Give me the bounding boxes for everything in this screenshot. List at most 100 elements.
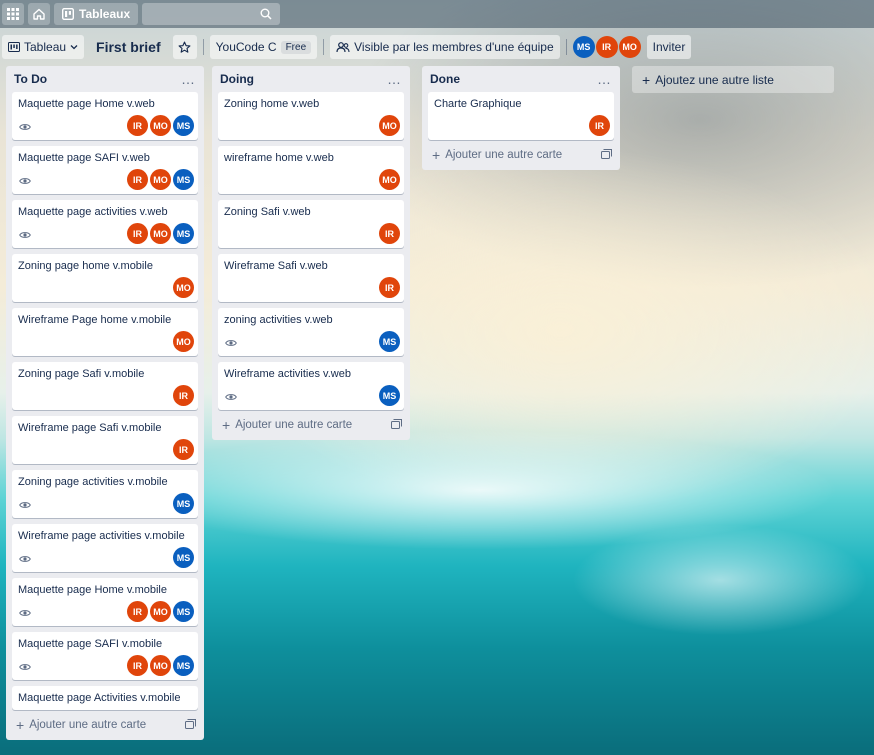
avatar[interactable]: MO	[173, 331, 194, 352]
view-switcher-button[interactable]: Tableau	[2, 35, 85, 59]
watch-eye-icon	[19, 232, 31, 238]
card[interactable]: Zoning page activities v.mobile MS	[12, 470, 198, 518]
card-members: IR MO MS	[127, 115, 194, 136]
avatar[interactable]: IR	[127, 223, 148, 244]
add-list-label: Ajoutez une autre liste	[655, 72, 774, 87]
avatar[interactable]: MO	[173, 277, 194, 298]
list-done: Done … Charte Graphique IR + Ajouter une autr…	[422, 66, 620, 170]
list-header[interactable]: To Do …	[12, 66, 198, 92]
avatar[interactable]: MS	[173, 223, 194, 244]
card[interactable]: Maquette page SAFI v.mobile IR MO MS	[12, 632, 198, 680]
board-header: Tableau First brief YouCode C Free Visib…	[0, 32, 874, 62]
avatar[interactable]: IR	[127, 115, 148, 136]
search-icon	[260, 8, 272, 20]
avatar[interactable]: MS	[173, 547, 194, 568]
avatar[interactable]: MS	[572, 36, 595, 58]
watch-eye-icon	[225, 340, 237, 346]
avatar[interactable]: IR	[379, 277, 400, 298]
avatar[interactable]: MO	[379, 169, 400, 190]
avatar[interactable]: MO	[150, 601, 171, 622]
watch-eye-icon	[19, 178, 31, 184]
card[interactable]: Zoning home v.web MO	[218, 92, 404, 140]
card-members: IR MO MS	[127, 223, 194, 244]
list-header[interactable]: Done …	[428, 66, 614, 92]
invite-button[interactable]: Inviter	[646, 35, 692, 59]
card-template-icon[interactable]	[185, 718, 196, 732]
card-title: Wireframe page activities v.mobile	[18, 530, 185, 542]
card[interactable]: Maquette page Activities v.mobile	[12, 686, 198, 710]
card[interactable]: Maquette page SAFI v.web IR MO MS	[12, 146, 198, 194]
avatar[interactable]: MO	[150, 169, 171, 190]
avatar[interactable]: MO	[379, 115, 400, 136]
avatar[interactable]: IR	[379, 223, 400, 244]
workspace-name: YouCode C	[215, 40, 277, 54]
card-title: Charte Graphique	[434, 98, 522, 110]
card[interactable]: Zoning page Safi v.mobile IR	[12, 362, 198, 410]
avatar[interactable]: IR	[595, 36, 618, 58]
home-button[interactable]	[28, 3, 50, 25]
add-list-button[interactable]: + Ajoutez une autre liste	[632, 66, 834, 93]
card[interactable]: Wireframe Page home v.mobile MO	[12, 308, 198, 356]
card[interactable]: Wireframe Safi v.web IR	[218, 254, 404, 302]
apps-icon	[7, 8, 19, 20]
card-title: Maquette page activities v.web	[18, 206, 168, 218]
add-card-button[interactable]: + Ajouter une autre carte	[428, 140, 614, 170]
apps-button[interactable]	[2, 3, 24, 25]
more-options-icon[interactable]: …	[387, 72, 402, 86]
avatar[interactable]: IR	[127, 655, 148, 676]
card-title: Wireframe page Safi v.mobile	[18, 422, 162, 434]
avatar[interactable]: IR	[127, 601, 148, 622]
more-options-icon[interactable]: …	[181, 72, 196, 86]
add-card-button[interactable]: + Ajouter une autre carte	[12, 710, 198, 740]
avatar[interactable]: MO	[150, 655, 171, 676]
avatar[interactable]: MS	[173, 601, 194, 622]
card-template-icon[interactable]	[601, 148, 612, 162]
team-visibility-icon	[336, 42, 350, 53]
avatar[interactable]: MS	[173, 493, 194, 514]
background-foam-2	[560, 520, 874, 640]
avatar[interactable]: MS	[379, 385, 400, 406]
board-title[interactable]: First brief	[90, 39, 167, 55]
card-members: IR	[379, 277, 400, 298]
card[interactable]: Charte Graphique IR	[428, 92, 614, 140]
card[interactable]: wireframe home v.web MO	[218, 146, 404, 194]
card-members: MS	[379, 331, 400, 352]
card[interactable]: Wireframe page Safi v.mobile IR	[12, 416, 198, 464]
avatar[interactable]: MO	[618, 36, 641, 58]
boards-button[interactable]: Tableaux	[54, 3, 139, 25]
list-title[interactable]: Done	[430, 72, 460, 86]
card-template-icon[interactable]	[391, 418, 402, 432]
card[interactable]: zoning activities v.web MS	[218, 308, 404, 356]
workspace-button[interactable]: YouCode C Free	[209, 35, 318, 59]
star-button[interactable]	[172, 35, 197, 59]
avatar[interactable]: MO	[150, 115, 171, 136]
avatar[interactable]: MS	[173, 115, 194, 136]
avatar[interactable]: MS	[379, 331, 400, 352]
card-members: IR MO MS	[127, 601, 194, 622]
visibility-button[interactable]: Visible par les membres d'une équipe	[330, 35, 560, 59]
card[interactable]: Zoning Safi v.web IR	[218, 200, 404, 248]
list-title[interactable]: To Do	[14, 72, 47, 86]
add-card-button[interactable]: + Ajouter une autre carte	[218, 410, 404, 440]
card-members: IR	[379, 223, 400, 244]
more-options-icon[interactable]: …	[597, 72, 612, 86]
card[interactable]: Maquette page Home v.web IR MO MS	[12, 92, 198, 140]
avatar[interactable]: IR	[589, 115, 610, 136]
card-title: wireframe home v.web	[224, 152, 334, 164]
avatar[interactable]: MO	[150, 223, 171, 244]
card[interactable]: Wireframe activities v.web MS	[218, 362, 404, 410]
card[interactable]: Wireframe page activities v.mobile MS	[12, 524, 198, 572]
card[interactable]: Maquette page activities v.web IR MO MS	[12, 200, 198, 248]
card-title: Zoning page activities v.mobile	[18, 476, 168, 488]
card[interactable]: Maquette page Home v.mobile IR MO MS	[12, 578, 198, 626]
avatar[interactable]: IR	[127, 169, 148, 190]
search-input[interactable]	[142, 3, 281, 25]
avatar[interactable]: IR	[173, 439, 194, 460]
list-header[interactable]: Doing …	[218, 66, 404, 92]
card[interactable]: Zoning page home v.mobile MO	[12, 254, 198, 302]
plus-icon: +	[432, 147, 441, 163]
avatar[interactable]: MS	[173, 169, 194, 190]
avatar[interactable]: MS	[173, 655, 194, 676]
avatar[interactable]: IR	[173, 385, 194, 406]
list-title[interactable]: Doing	[220, 72, 254, 86]
